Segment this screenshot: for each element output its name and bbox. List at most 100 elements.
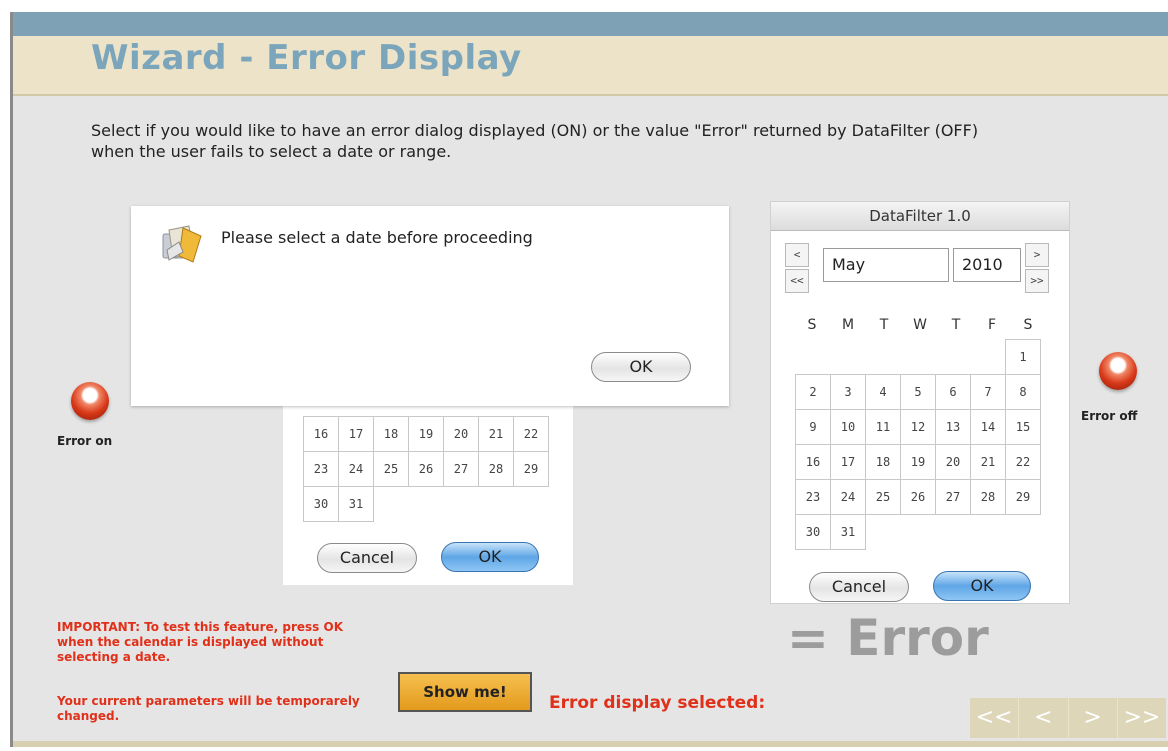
left-calendar-day-cell[interactable]: 28 (478, 451, 514, 487)
datafilter-empty-cell (900, 514, 936, 550)
datafilter-day-cell[interactable]: 27 (935, 479, 971, 515)
datafilter-calendar-grid: 1 2 3 4 5 6 7 8 9 10 11 12 13 14 15 16 17 18 19 20 21 22 23 24 2… (795, 339, 1041, 550)
left-calendar-day-cell[interactable]: 27 (443, 451, 479, 487)
datafilter-day-cell[interactable]: 29 (1005, 479, 1041, 515)
show-me-button[interactable]: Show me! (398, 672, 532, 712)
month-field[interactable]: May (823, 248, 949, 282)
error-off-label: Error off (1081, 409, 1138, 423)
datafilter-week-row: 16 17 18 19 20 21 22 (795, 444, 1041, 480)
datafilter-day-cell[interactable]: 31 (830, 514, 866, 550)
prev-month-button[interactable]: < (785, 243, 809, 267)
datafilter-week-row: 2345678 (795, 374, 1041, 410)
left-calendar-day-cell[interactable]: 29 (513, 451, 549, 487)
datafilter-cancel-button[interactable]: Cancel (809, 572, 909, 602)
left-calendar-day-cell[interactable]: 16 (303, 416, 339, 452)
datafilter-day-cell[interactable]: 22 (1005, 444, 1041, 480)
datafilter-day-cell[interactable]: 11 (865, 409, 901, 445)
datafilter-week-row: 1 (795, 339, 1041, 375)
datafilter-day-cell[interactable]: 26 (900, 479, 936, 515)
nav-next-button[interactable]: > (1067, 698, 1117, 738)
important-note: IMPORTANT: To test this feature, press O… (57, 620, 343, 664)
top-bar (13, 12, 1168, 37)
weekday-label: T (879, 317, 889, 333)
left-calendar-day-cell[interactable]: 22 (513, 416, 549, 452)
prev-year-button[interactable]: << (785, 269, 809, 293)
left-calendar-day-cell[interactable]: 19 (408, 416, 444, 452)
wizard-nav: << < > >> (970, 698, 1166, 738)
nav-prev-button[interactable]: < (1018, 698, 1067, 738)
datafilter-day-cell[interactable]: 1 (1005, 339, 1041, 375)
left-calendar-day-cell[interactable]: 25 (373, 451, 409, 487)
datafilter-day-cell[interactable]: 9 (795, 409, 831, 445)
datafilter-day-cell[interactable]: 2 (795, 374, 831, 410)
datafilter-day-cell[interactable]: 4 (865, 374, 901, 410)
error-on-radio[interactable] (71, 382, 109, 420)
warning-folder-icon (159, 222, 205, 268)
params-note: Your current parameters will be temporar… (57, 694, 360, 723)
datafilter-day-cell[interactable]: 13 (935, 409, 971, 445)
datafilter-day-cell[interactable]: 12 (900, 409, 936, 445)
dialog-ok-button[interactable]: OK (591, 352, 691, 382)
weekday-label: F (987, 317, 997, 333)
datafilter-panel: DataFilter 1.0 < << May 2010 > >> SMTWTF… (770, 201, 1070, 604)
datafilter-day-cell[interactable]: 7 (970, 374, 1006, 410)
left-calendar-day-cell[interactable]: 20 (443, 416, 479, 452)
datafilter-day-cell[interactable]: 20 (935, 444, 971, 480)
datafilter-day-cell[interactable]: 28 (970, 479, 1006, 515)
datafilter-day-cell[interactable]: 30 (795, 514, 831, 550)
left-calendar-day-cell[interactable]: 26 (408, 451, 444, 487)
datafilter-day-cell[interactable]: 24 (830, 479, 866, 515)
left-calendar-week-row: 30 31 (303, 486, 549, 522)
datafilter-day-cell[interactable]: 25 (865, 479, 901, 515)
datafilter-day-cell[interactable]: 23 (795, 479, 831, 515)
datafilter-week-row: 23 24 25 26 27 28 29 (795, 479, 1041, 515)
error-off-radio[interactable] (1099, 352, 1137, 390)
left-calendar-day-cell[interactable]: 30 (303, 486, 339, 522)
bottom-bar (13, 741, 1168, 747)
left-cancel-button[interactable]: Cancel (317, 543, 417, 573)
datafilter-day-cell[interactable]: 14 (970, 409, 1006, 445)
nav-first-button[interactable]: << (970, 698, 1018, 738)
left-calendar-day-cell[interactable]: 24 (338, 451, 374, 487)
datafilter-day-cell[interactable]: 5 (900, 374, 936, 410)
error-display-selected-label: Error display selected: (549, 693, 766, 713)
left-calendar-day-cell[interactable]: 18 (373, 416, 409, 452)
datafilter-day-cell[interactable]: 15 (1005, 409, 1041, 445)
left-calendar-week-row: 16 17 18 19 20 21 22 (303, 416, 549, 452)
left-calendar-day-cell[interactable]: 17 (338, 416, 374, 452)
datafilter-day-cell[interactable]: 17 (830, 444, 866, 480)
title-bar: Wizard - Error Display (13, 36, 1168, 96)
datafilter-week-row: 30 31 (795, 514, 1041, 550)
left-calendar-empty-cell (513, 486, 549, 522)
datafilter-empty-cell (830, 339, 866, 375)
left-ok-button[interactable]: OK (441, 542, 539, 572)
datafilter-day-cell[interactable]: 6 (935, 374, 971, 410)
error-dialog: Please select a date before proceeding O… (131, 206, 729, 406)
datafilter-day-cell[interactable]: 3 (830, 374, 866, 410)
datafilter-day-cell[interactable]: 21 (970, 444, 1006, 480)
datafilter-day-cell[interactable]: 8 (1005, 374, 1041, 410)
weekday-label: S (807, 317, 817, 333)
weekday-label: W (913, 317, 927, 333)
left-calendar-day-cell[interactable]: 21 (478, 416, 514, 452)
instructions-text: Select if you would like to have an erro… (91, 121, 979, 161)
nav-last-button[interactable]: >> (1116, 698, 1166, 738)
left-calendar-empty-cell (443, 486, 479, 522)
datafilter-day-cell[interactable]: 10 (830, 409, 866, 445)
datafilter-empty-cell (865, 339, 901, 375)
left-calendar-grid: 16 17 18 19 20 21 22 23 24 25 26 27 28 29 30 31 (303, 416, 549, 522)
datafilter-day-cell[interactable]: 18 (865, 444, 901, 480)
left-calendar-day-cell[interactable]: 31 (338, 486, 374, 522)
next-year-button[interactable]: >> (1025, 269, 1049, 293)
datafilter-ok-button[interactable]: OK (933, 571, 1031, 601)
datafilter-empty-cell (795, 339, 831, 375)
next-month-button[interactable]: > (1025, 243, 1049, 267)
year-field[interactable]: 2010 (953, 248, 1021, 282)
datafilter-empty-cell (900, 339, 936, 375)
dialog-message: Please select a date before proceeding (221, 228, 533, 247)
datafilter-day-cell[interactable]: 19 (900, 444, 936, 480)
datafilter-day-cell[interactable]: 16 (795, 444, 831, 480)
datafilter-empty-cell (935, 514, 971, 550)
weekday-label: S (1023, 317, 1033, 333)
left-calendar-day-cell[interactable]: 23 (303, 451, 339, 487)
